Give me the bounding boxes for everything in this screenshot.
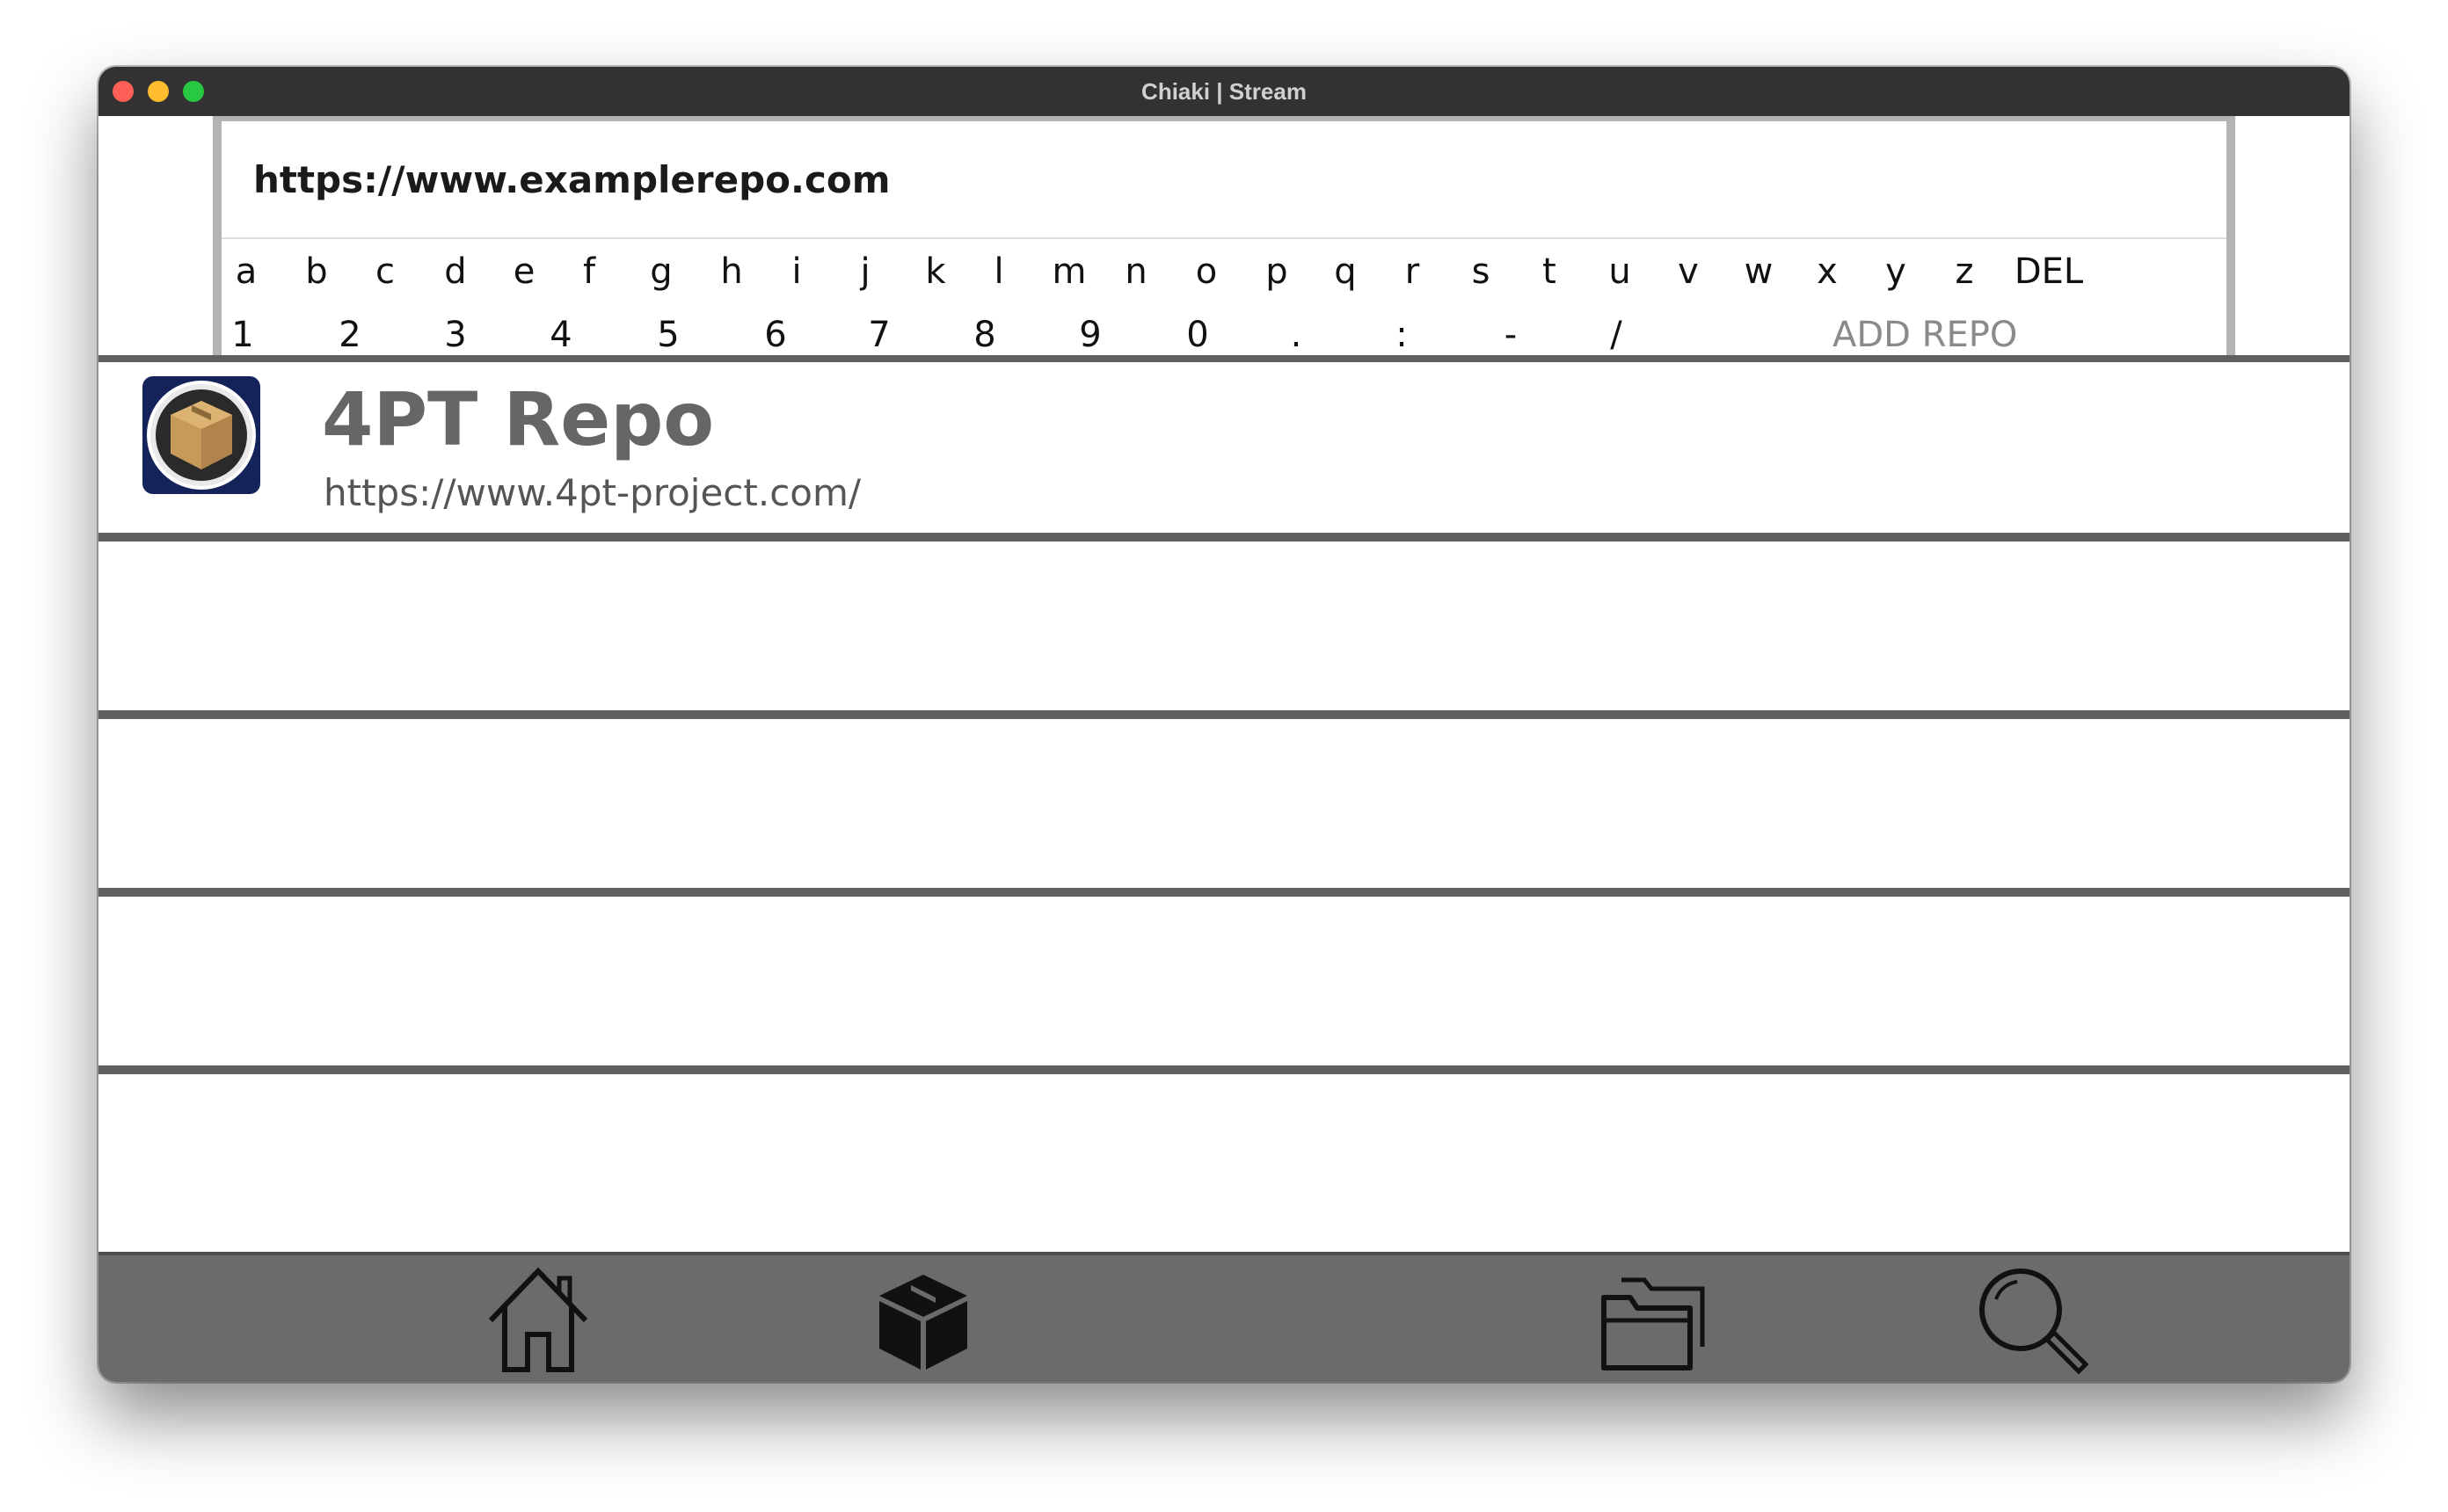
divider: [98, 888, 2350, 897]
key-n[interactable]: n: [1125, 251, 1147, 292]
key-8[interactable]: 8: [973, 315, 995, 355]
search-button[interactable]: [1971, 1262, 2091, 1378]
key-w[interactable]: w: [1745, 251, 1774, 292]
key-d[interactable]: d: [444, 251, 466, 292]
key-g[interactable]: g: [650, 251, 672, 292]
key-i[interactable]: i: [791, 251, 801, 292]
key-9[interactable]: 9: [1079, 315, 1101, 355]
key-t[interactable]: t: [1542, 251, 1556, 292]
key-del[interactable]: DEL: [2014, 251, 2083, 292]
keyboard-panel: a b c d e f g h i j k l mn o p q r s t u v w x y z DEL 1 2 3 4 5 6 7 8 9 0…: [213, 116, 2235, 366]
title-bar: Chiaki | Stream: [98, 67, 2350, 117]
divider: [98, 355, 2350, 362]
key-period[interactable]: .: [1291, 315, 1302, 355]
list-item: [98, 542, 2350, 712]
key-slash[interactable]: /: [1610, 315, 1621, 355]
divider: [98, 1065, 2350, 1074]
repo-url-input[interactable]: [222, 121, 2226, 239]
list-item: [98, 897, 2350, 1067]
package-box-icon: [142, 376, 260, 494]
repo-list-item[interactable]: 4PT Repo https://www.4pt-project.com/: [98, 362, 2350, 533]
repo-url: https://www.4pt-project.com/: [324, 471, 862, 514]
key-u[interactable]: u: [1608, 251, 1630, 292]
key-z[interactable]: z: [1956, 251, 1974, 292]
key-a[interactable]: a: [236, 251, 258, 292]
key-0[interactable]: 0: [1186, 315, 1208, 355]
key-c[interactable]: c: [375, 251, 395, 292]
key-q[interactable]: q: [1334, 251, 1356, 292]
files-button[interactable]: [1595, 1262, 1715, 1378]
main-content: a b c d e f g h i j k l mn o p q r s t u v w x y z DEL 1 2 3 4 5 6 7 8 9 0…: [98, 116, 2350, 1382]
folder-icon: [1601, 1277, 1705, 1370]
key-b[interactable]: b: [305, 251, 327, 292]
key-o[interactable]: o: [1196, 251, 1217, 292]
bottom-nav-bar: [98, 1252, 2350, 1382]
key-hyphen[interactable]: -: [1504, 315, 1517, 355]
home-icon: [488, 1267, 588, 1372]
key-m[interactable]: m: [1053, 251, 1087, 292]
list-item: [98, 1074, 2350, 1250]
key-1[interactable]: 1: [231, 315, 253, 355]
key-j[interactable]: j: [860, 251, 870, 292]
key-e[interactable]: e: [514, 251, 536, 292]
key-y[interactable]: y: [1885, 251, 1906, 292]
add-repo-button[interactable]: ADD REPO: [1832, 315, 2017, 355]
key-f[interactable]: f: [583, 251, 595, 292]
key-p[interactable]: p: [1265, 251, 1287, 292]
app-window: Chiaki | Stream a b c d e f g h i j k l mn o p q r s t u v w x…: [98, 67, 2350, 1382]
key-2[interactable]: 2: [339, 315, 361, 355]
key-7[interactable]: 7: [868, 315, 890, 355]
key-x[interactable]: x: [1817, 251, 1838, 292]
list-item: [98, 719, 2350, 890]
divider: [98, 710, 2350, 719]
home-button[interactable]: [478, 1262, 598, 1378]
package-icon: [879, 1275, 967, 1370]
key-k[interactable]: k: [925, 251, 945, 292]
key-3[interactable]: 3: [444, 315, 466, 355]
key-s[interactable]: s: [1472, 251, 1490, 292]
key-4[interactable]: 4: [550, 315, 572, 355]
divider: [98, 533, 2350, 542]
key-r[interactable]: r: [1405, 251, 1419, 292]
key-v[interactable]: v: [1678, 251, 1699, 292]
key-colon[interactable]: :: [1395, 315, 1407, 355]
search-icon: [1979, 1268, 2089, 1375]
repo-name: 4PT Repo: [322, 376, 715, 462]
key-h[interactable]: h: [720, 251, 742, 292]
key-5[interactable]: 5: [657, 315, 679, 355]
packages-button[interactable]: [863, 1262, 983, 1378]
window-title: Chiaki | Stream: [1141, 78, 1307, 105]
key-6[interactable]: 6: [764, 315, 786, 355]
key-l[interactable]: l: [994, 251, 1003, 292]
